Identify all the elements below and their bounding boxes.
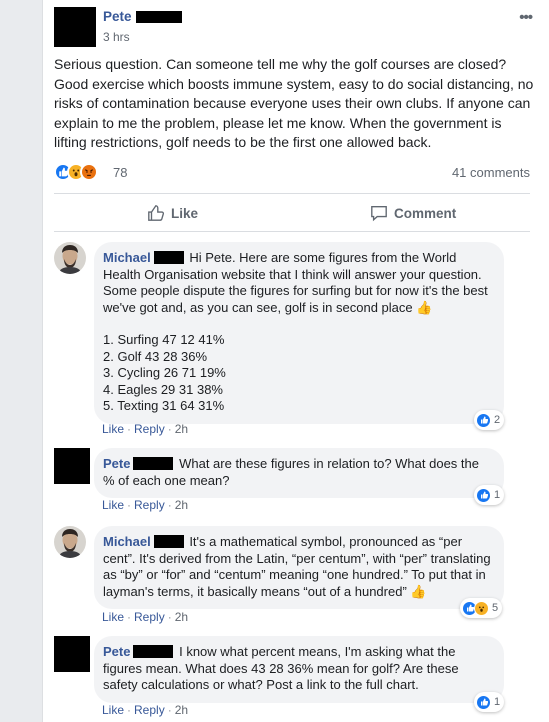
comment-bubble: Pete What are these figures in relation … — [94, 448, 504, 498]
like-button-label: Like — [171, 205, 199, 221]
comment-reaction-count: 5 — [492, 602, 499, 614]
post-body-text: Serious question. Can someone tell me wh… — [54, 56, 534, 150]
comment-reply-link[interactable]: Reply — [134, 498, 165, 512]
comment-icon — [371, 206, 387, 222]
comment-timestamp[interactable]: 2h — [175, 703, 188, 717]
comment-reactions[interactable]: 1 — [474, 692, 505, 712]
comment-like-link[interactable]: Like — [102, 498, 124, 512]
redaction-bar — [153, 535, 184, 548]
comment-bubble: Michael Hi Pete. Here are some figures f… — [94, 242, 504, 424]
list-item: 5. Texting 31 64 31% — [103, 398, 225, 413]
commenter-avatar-redacted[interactable] — [54, 448, 90, 484]
post-actions-bar: Like Comment — [54, 197, 530, 229]
commenter-name[interactable]: Michael — [103, 250, 151, 265]
list-item: 1. Surfing 47 12 41% — [103, 332, 225, 347]
commenter-name[interactable]: Pete — [103, 644, 130, 659]
comment-actions: Like · Reply · 2h — [102, 610, 189, 624]
comment-reactions[interactable]: 2 — [474, 410, 505, 430]
more-options-icon[interactable]: ••• — [519, 9, 533, 26]
angry-reaction-icon — [80, 163, 98, 181]
wow-reaction-icon — [474, 600, 489, 616]
reaction-icons[interactable] — [54, 163, 98, 181]
comment-bubble: Michael It's a mathematical symbol, pron… — [94, 526, 504, 609]
comment-reaction-count: 1 — [494, 489, 501, 501]
redaction-bar — [153, 251, 184, 264]
post-author-name[interactable]: Pete — [103, 9, 132, 24]
comment-actions: Like · Reply · 2h — [102, 498, 189, 512]
like-reaction-icon — [476, 694, 491, 710]
commenter-avatar[interactable] — [54, 526, 86, 558]
comment-like-link[interactable]: Like — [102, 703, 124, 717]
commenter-avatar-redacted[interactable] — [54, 636, 90, 672]
list-item: 2. Golf 43 28 36% — [103, 348, 208, 364]
comment-button[interactable]: Comment — [370, 197, 456, 229]
comment-timestamp[interactable]: 2h — [175, 610, 188, 624]
comment-reaction-count: 2 — [494, 414, 501, 426]
reaction-count[interactable]: 78 — [113, 165, 127, 180]
commenter-avatar[interactable] — [54, 242, 86, 274]
comment-actions: Like · Reply · 2h — [102, 422, 189, 436]
comment-button-label: Comment — [394, 205, 457, 221]
comment-reactions[interactable]: 1 — [474, 485, 505, 505]
comment-timestamp[interactable]: 2h — [175, 422, 188, 436]
comment-like-link[interactable]: Like — [102, 422, 124, 436]
post-timestamp[interactable]: 3 hrs — [103, 30, 130, 44]
redaction-bar — [133, 457, 174, 470]
comment-like-link[interactable]: Like — [102, 610, 124, 624]
comment-item: Michael It's a mathematical symbol, pron… — [54, 526, 514, 626]
commenter-name[interactable]: Michael — [103, 534, 151, 549]
thumbs-up-icon — [148, 205, 165, 221]
redaction-bar — [133, 645, 174, 658]
comment-timestamp[interactable]: 2h — [175, 498, 188, 512]
redaction-bar — [136, 11, 182, 23]
list-item: 4. Eagles 29 31 38% — [103, 381, 223, 397]
comment-reply-link[interactable]: Reply — [134, 610, 165, 624]
comment-actions: Like · Reply · 2h — [102, 703, 189, 717]
comments-count-link[interactable]: 41 comments — [452, 165, 530, 180]
thumbs-up-emoji: 👍 — [410, 583, 427, 599]
comment-item: Pete What are these figures in relation … — [54, 448, 514, 518]
post-header: Pete 3 hrs ••• — [54, 7, 544, 47]
divider — [54, 193, 530, 194]
like-reaction-icon — [476, 487, 491, 503]
divider — [54, 231, 530, 232]
like-button[interactable]: Like — [147, 197, 198, 229]
comment-reaction-count: 1 — [494, 696, 501, 708]
list-item: 3. Cycling 26 71 19% — [103, 365, 226, 380]
comment-bubble: Pete I know what percent means, I'm aski… — [94, 636, 504, 703]
comment-item: Michael Hi Pete. Here are some figures f… — [54, 242, 514, 442]
commenter-name[interactable]: Pete — [103, 456, 130, 471]
like-reaction-icon — [476, 412, 491, 428]
author-avatar-redacted[interactable] — [54, 7, 96, 47]
thumbs-up-emoji: 👍 — [416, 299, 433, 315]
comment-reply-link[interactable]: Reply — [134, 422, 165, 436]
post-reactions-summary: 78 41 comments — [54, 163, 530, 183]
comment-reactions[interactable]: 5 — [460, 598, 503, 618]
comment-item: Pete I know what percent means, I'm aski… — [54, 636, 514, 722]
comment-reply-link[interactable]: Reply — [134, 703, 165, 717]
